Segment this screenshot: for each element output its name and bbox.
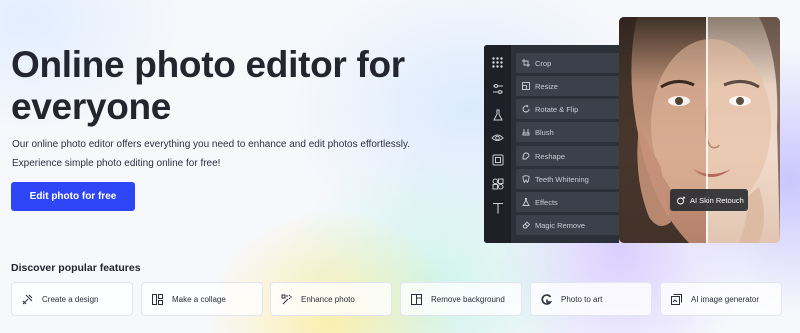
feature-label: Remove background xyxy=(431,294,505,304)
crop-icon xyxy=(522,59,530,67)
eye-icon[interactable] xyxy=(490,129,505,144)
menu-item-label: Resize xyxy=(535,81,558,91)
page-title: Online photo editor for everyone xyxy=(11,44,431,128)
collage-icon xyxy=(152,293,163,305)
art-icon xyxy=(541,293,552,305)
feature-remove-background[interactable]: Remove background xyxy=(400,282,522,316)
menu-item-resize[interactable]: Resize xyxy=(516,76,620,96)
title-line-1: Online photo editor for xyxy=(11,44,405,85)
feature-label: Enhance photo xyxy=(301,294,355,304)
feature-label: AI image generator xyxy=(691,294,760,304)
menu-item-label: Teeth Whitening xyxy=(535,174,589,184)
feature-label: Create a design xyxy=(42,294,99,304)
edit-photo-button[interactable]: Edit photo for free xyxy=(11,182,135,211)
feature-label: Make a collage xyxy=(172,294,226,304)
menu-item-reshape[interactable]: Reshape xyxy=(516,146,620,166)
menu-item-label: Rotate & Flip xyxy=(535,104,579,114)
badge-label: AI Skin Retouch xyxy=(690,195,744,205)
reshape-icon xyxy=(522,152,530,160)
hero-description: Our online photo editor offers everythin… xyxy=(12,135,432,173)
editor-preview: Crop Resize Rotate & Flip Blush Reshape … xyxy=(484,45,620,243)
menu-item-crop[interactable]: Crop xyxy=(516,53,620,73)
blush-icon xyxy=(522,129,530,136)
description-line-1: Our online photo editor offers everythin… xyxy=(12,139,411,150)
features-heading: Discover popular features xyxy=(11,262,141,274)
resize-icon xyxy=(522,82,530,90)
sparkle-face-icon xyxy=(677,196,686,204)
ai-skin-retouch-badge: AI Skin Retouch xyxy=(670,189,748,211)
ai-image-icon xyxy=(671,293,682,305)
menu-item-magic-remove[interactable]: Magic Remove xyxy=(516,215,620,235)
design-icon xyxy=(22,294,33,304)
feature-photo-to-art[interactable]: Photo to art xyxy=(530,282,652,316)
feature-ai-image-generator[interactable]: AI image generator xyxy=(660,282,782,316)
menu-item-blush[interactable]: Blush xyxy=(516,122,620,142)
menu-item-teeth-whitening[interactable]: Teeth Whitening xyxy=(516,169,620,189)
menu-item-effects[interactable]: Effects xyxy=(516,192,620,212)
flask-icon[interactable] xyxy=(490,107,505,122)
menu-item-label: Reshape xyxy=(535,151,566,161)
effects-icon xyxy=(522,198,530,206)
feature-make-collage[interactable]: Make a collage xyxy=(141,282,263,316)
title-line-2: everyone xyxy=(11,86,172,127)
sliders-icon[interactable] xyxy=(490,81,505,96)
remove-bg-icon xyxy=(411,293,422,305)
teeth-icon xyxy=(522,175,530,183)
menu-item-label: Crop xyxy=(535,58,552,68)
enhance-icon xyxy=(281,294,292,304)
text-icon[interactable] xyxy=(490,200,505,215)
frame-icon[interactable] xyxy=(490,152,505,167)
feature-create-design[interactable]: Create a design xyxy=(11,282,133,316)
shapes-icon[interactable] xyxy=(490,176,505,191)
rotate-icon xyxy=(522,105,530,113)
editor-toolbar xyxy=(484,45,511,243)
menu-item-label: Blush xyxy=(535,127,554,137)
menu-item-label: Effects xyxy=(535,197,558,207)
description-line-2: Experience simple photo editing online f… xyxy=(12,158,221,169)
feature-label: Photo to art xyxy=(561,294,603,304)
grid-icon[interactable] xyxy=(490,55,505,70)
eraser-icon xyxy=(522,221,530,229)
feature-enhance-photo[interactable]: Enhance photo xyxy=(270,282,392,316)
menu-item-label: Magic Remove xyxy=(535,220,586,230)
menu-item-rotate-flip[interactable]: Rotate & Flip xyxy=(516,99,620,119)
